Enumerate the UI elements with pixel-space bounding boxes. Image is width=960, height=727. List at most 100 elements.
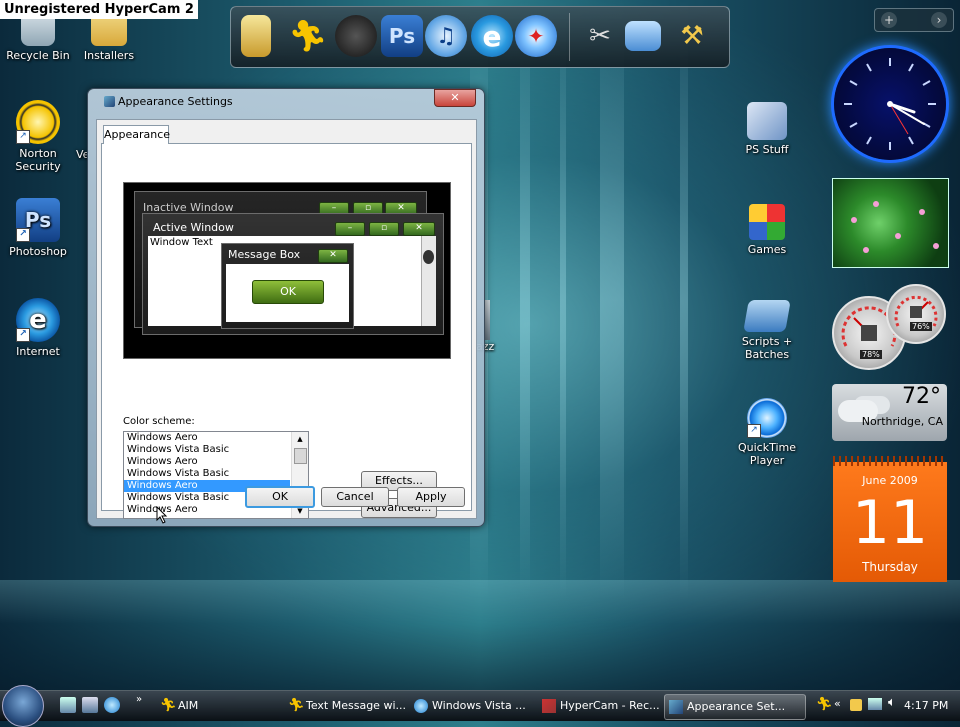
clock-face-icon (844, 58, 936, 150)
slideshow-gadget[interactable] (832, 178, 949, 268)
calendar-gadget[interactable]: June 2009 11 Thursday (833, 456, 947, 582)
desktop-icon-photoshop[interactable]: Ps ↗ Photoshop (0, 198, 76, 258)
taskbar-button-appearance-settings[interactable]: Appearance Set... (664, 694, 806, 720)
preview-ok-button: OK (252, 280, 324, 304)
add-gadget-icon[interactable]: + (881, 12, 897, 28)
wallpaper-streak (680, 0, 688, 600)
preview-message-box: Message Box ✕ OK (221, 243, 354, 329)
flower-shape (873, 201, 879, 207)
desktop-icon-scripts[interactable]: Scripts + Batches (729, 300, 805, 361)
photoshop-icon[interactable]: Ps (381, 15, 423, 57)
norton-icon: ↗ (16, 100, 60, 144)
scripts-icon (743, 300, 791, 332)
aim-icon: 🏃︎ (160, 698, 177, 713)
cancel-button[interactable]: Cancel (321, 487, 389, 507)
taskbar-button-aim[interactable]: 🏃︎ AIM (156, 694, 288, 718)
internet-explorer-icon: e ↗ (16, 298, 60, 342)
internet-explorer-icon (414, 699, 428, 713)
aim-icon: 🏃︎ (288, 698, 305, 713)
mouse-cursor-icon (156, 506, 168, 524)
internet-explorer-icon[interactable] (104, 697, 120, 713)
recorder-watermark: Unregistered HyperCam 2 (0, 0, 198, 19)
memory-meter-gadget[interactable]: 76% (886, 284, 946, 344)
preview-window-text: Window Text (150, 237, 213, 248)
scroll-thumb[interactable] (294, 448, 307, 464)
calendar-weekday: Thursday (862, 560, 918, 574)
taskbar-button-label: Appearance Set... (687, 700, 786, 713)
games-icon (749, 204, 785, 240)
dialog-title-bar: Appearance Settings (104, 95, 233, 108)
start-button[interactable] (2, 685, 44, 727)
switch-windows-icon[interactable] (82, 697, 98, 713)
preview-maximize-icon: ▫ (369, 222, 399, 236)
tray-more-icon[interactable]: « (834, 697, 841, 710)
flower-shape (933, 243, 939, 249)
internet-explorer-icon[interactable]: e (471, 15, 513, 57)
show-desktop-icon[interactable] (60, 697, 76, 713)
appearance-icon (104, 96, 115, 107)
clock-gadget[interactable] (834, 48, 946, 160)
aim-icon[interactable]: 🏃︎ (287, 15, 329, 57)
desktop-icon-label: Scripts + Batches (741, 335, 793, 361)
list-item[interactable]: Windows Vista Basic (124, 444, 290, 456)
preview-message-body: OK (226, 264, 349, 322)
computer-icon[interactable] (625, 21, 661, 51)
flower-shape (863, 247, 869, 253)
weather-gadget[interactable]: 72° Northridge, CA (832, 384, 947, 441)
folder-icon[interactable] (241, 15, 271, 57)
taskbar-button-label: Windows Vista ... (432, 699, 526, 712)
tab-appearance[interactable]: Appearance (103, 125, 170, 144)
appearance-tab-pane: Inactive Window – ▫ ✕ Active Window – ▫ … (101, 143, 472, 524)
list-item[interactable]: Windows Aero (124, 456, 290, 468)
taskbar: » 🏃︎ AIM 🏃︎ Text Message wi... Windows V… (0, 685, 960, 727)
volume-icon[interactable]: 🔈︎ (888, 695, 896, 710)
shortcut-arrow-icon: ↗ (747, 424, 761, 438)
preview-close-icon: ✕ (318, 249, 348, 263)
shortcut-arrow-icon: ↗ (16, 130, 30, 144)
appearance-icon (669, 700, 683, 714)
safari-icon[interactable]: ✦ (515, 15, 557, 57)
list-item[interactable]: Windows Vista Basic (124, 468, 290, 480)
desktop-icon-internet[interactable]: e ↗ Internet (0, 298, 76, 358)
tray-clock[interactable]: 4:17 PM (904, 699, 948, 712)
color-scheme-label: Color scheme: (123, 416, 195, 427)
tray-app-icon[interactable] (850, 699, 862, 711)
desktop-icon-quicktime[interactable]: ↗ QuickTime Player (729, 398, 805, 467)
media-center-icon[interactable] (335, 15, 377, 57)
tools-icon[interactable]: ✂ (579, 15, 621, 57)
settings-icon[interactable]: ⚒ (671, 15, 713, 57)
appearance-settings-dialog: Appearance Settings ✕ Appearance Inactiv… (87, 88, 485, 527)
taskbar-button-label: AIM (178, 699, 199, 712)
ok-button[interactable]: OK (245, 486, 315, 508)
taskbar-button-text-message[interactable]: 🏃︎ Text Message wi... (284, 694, 418, 718)
desktop-icon-norton[interactable]: ↗ Norton Security (0, 100, 76, 173)
ps-stuff-icon (747, 102, 787, 140)
preview-scrollbar (421, 236, 436, 326)
scroll-up-icon[interactable]: ▲ (292, 433, 308, 445)
tray-aim-icon[interactable]: 🏃︎ (816, 697, 833, 712)
notification-area: 🏃︎ « 🔈︎ 4:17 PM (810, 691, 960, 721)
desktop-icon-label: Games (747, 243, 787, 256)
calendar-day: 11 (851, 488, 929, 558)
preview-scroll-thumb (423, 250, 434, 264)
next-icon[interactable]: › (931, 12, 947, 28)
network-icon[interactable] (868, 698, 882, 710)
close-button[interactable]: ✕ (434, 89, 476, 107)
desktop-icon-games[interactable]: Games (729, 204, 805, 256)
shortcut-arrow-icon: ↗ (16, 328, 30, 342)
list-item[interactable]: Windows Aero (124, 432, 290, 444)
memory-dial-icon (894, 295, 938, 327)
cpu-value: 78% (860, 350, 882, 359)
flower-shape (851, 217, 857, 223)
apply-button[interactable]: Apply (397, 487, 465, 507)
flower-shape (895, 233, 901, 239)
desktop-icon-ps-stuff[interactable]: PS Stuff (729, 102, 805, 156)
wallpaper-streak (600, 0, 624, 600)
itunes-icon[interactable]: ♫ (425, 15, 467, 57)
quick-launch-more-icon[interactable]: » (136, 694, 142, 705)
taskbar-button-hypercam[interactable]: HyperCam - Rec... (538, 694, 672, 718)
taskbar-button-windows-vista[interactable]: Windows Vista ... (410, 694, 544, 718)
desktop-icon-label: PS Stuff (745, 143, 789, 156)
preview-message-title: Message Box (228, 248, 301, 261)
desktop-icon-label: QuickTime Player (737, 441, 797, 467)
